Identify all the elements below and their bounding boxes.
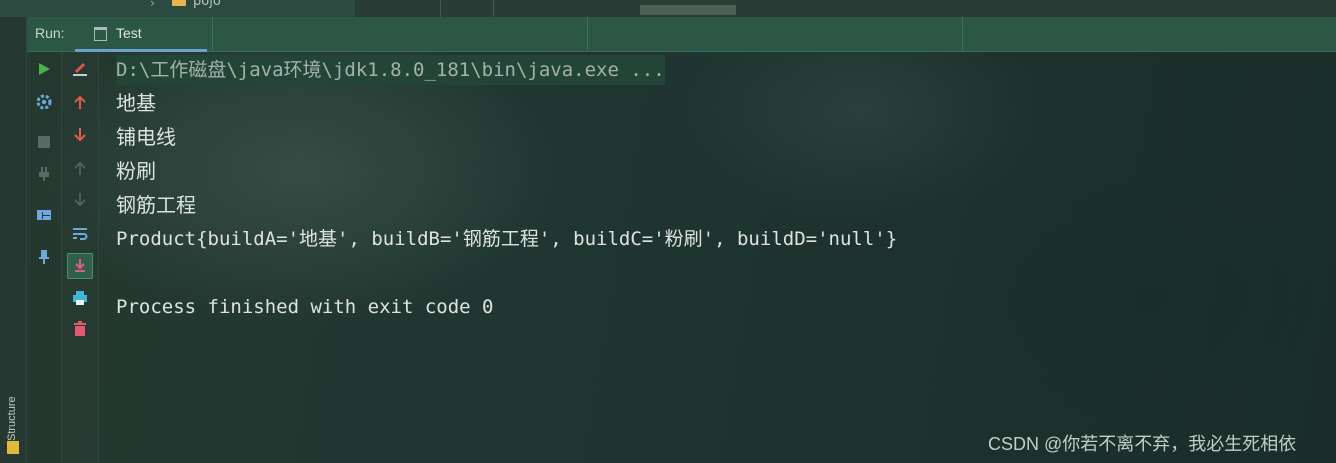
stop-button[interactable]: [33, 131, 55, 153]
edit-run-config-button[interactable]: [69, 58, 91, 80]
edit-config-icon: [73, 62, 87, 76]
pin-icon: [39, 250, 49, 264]
structure-tab-label: Structure: [6, 396, 18, 441]
next-occurrence-button[interactable]: [69, 124, 91, 146]
divider: [493, 0, 494, 17]
console-line: 粉刷: [116, 159, 156, 183]
print-icon: [73, 291, 87, 305]
run-toolbar-secondary: [62, 52, 99, 463]
run-label: Run:: [35, 25, 65, 41]
structure-icon: [7, 441, 19, 454]
soft-wrap-icon: [73, 228, 88, 240]
tool-window-stripe: Structure: [0, 17, 27, 463]
folder-icon: [172, 0, 186, 6]
divider: [962, 17, 963, 51]
layout-button[interactable]: [33, 204, 55, 226]
console-tab-icon: [94, 27, 107, 41]
attach-debugger-button[interactable]: [33, 163, 55, 185]
up-arrow-icon: [74, 95, 86, 109]
scroll-to-end-button[interactable]: [67, 253, 93, 279]
clear-all-button[interactable]: [69, 318, 91, 340]
folder-label[interactable]: pojo: [193, 0, 221, 9]
structure-tool-tab[interactable]: Structure: [2, 377, 24, 457]
run-toolbar-primary: [27, 52, 62, 463]
pin-tab-button[interactable]: [33, 246, 55, 268]
scroll-to-end-icon: [75, 259, 85, 272]
divider: [440, 0, 441, 17]
settings-button[interactable]: [33, 91, 55, 113]
print-button[interactable]: [69, 287, 91, 309]
chevron-right-icon[interactable]: ›: [150, 0, 155, 10]
console-line: 地基: [116, 91, 156, 115]
console-line: 钢筋工程: [116, 193, 196, 217]
rerun-icon: [39, 63, 50, 75]
tab-test[interactable]: Test: [75, 17, 207, 52]
editor-breadcrumb-strip: › pojo: [0, 0, 1336, 17]
plug-icon: [39, 167, 49, 181]
console-command-line: D:\工作磁盘\java环境\jdk1.8.0_181\bin\java.exe…: [116, 55, 665, 85]
stop-icon: [38, 136, 50, 148]
console-product-line: Product{buildA='地基', buildB='钢筋工程', buil…: [116, 228, 898, 250]
divider: [587, 17, 588, 51]
editor-scrollbar[interactable]: [640, 5, 736, 15]
layout-icon: [37, 210, 51, 220]
console-exit-line: Process finished with exit code 0: [116, 296, 494, 318]
next-disabled-button[interactable]: [69, 189, 91, 211]
down-arrow-icon: [74, 128, 86, 142]
soft-wrap-button[interactable]: [69, 222, 91, 244]
previous-occurrence-button[interactable]: [69, 91, 91, 113]
divider: [212, 17, 213, 51]
down-arrow-disabled-icon: [74, 193, 86, 207]
console-line: 铺电线: [116, 125, 176, 149]
rerun-button[interactable]: [33, 58, 55, 80]
tab-test-label: Test: [116, 25, 142, 41]
settings-icon: [36, 94, 52, 110]
trash-icon: [74, 321, 86, 336]
previous-disabled-button[interactable]: [69, 157, 91, 179]
run-tool-window-header: Run: Test: [27, 17, 1336, 52]
up-arrow-disabled-icon: [74, 161, 86, 175]
watermark: CSDN @你若不离不弃，我必生死相依: [988, 434, 1297, 454]
